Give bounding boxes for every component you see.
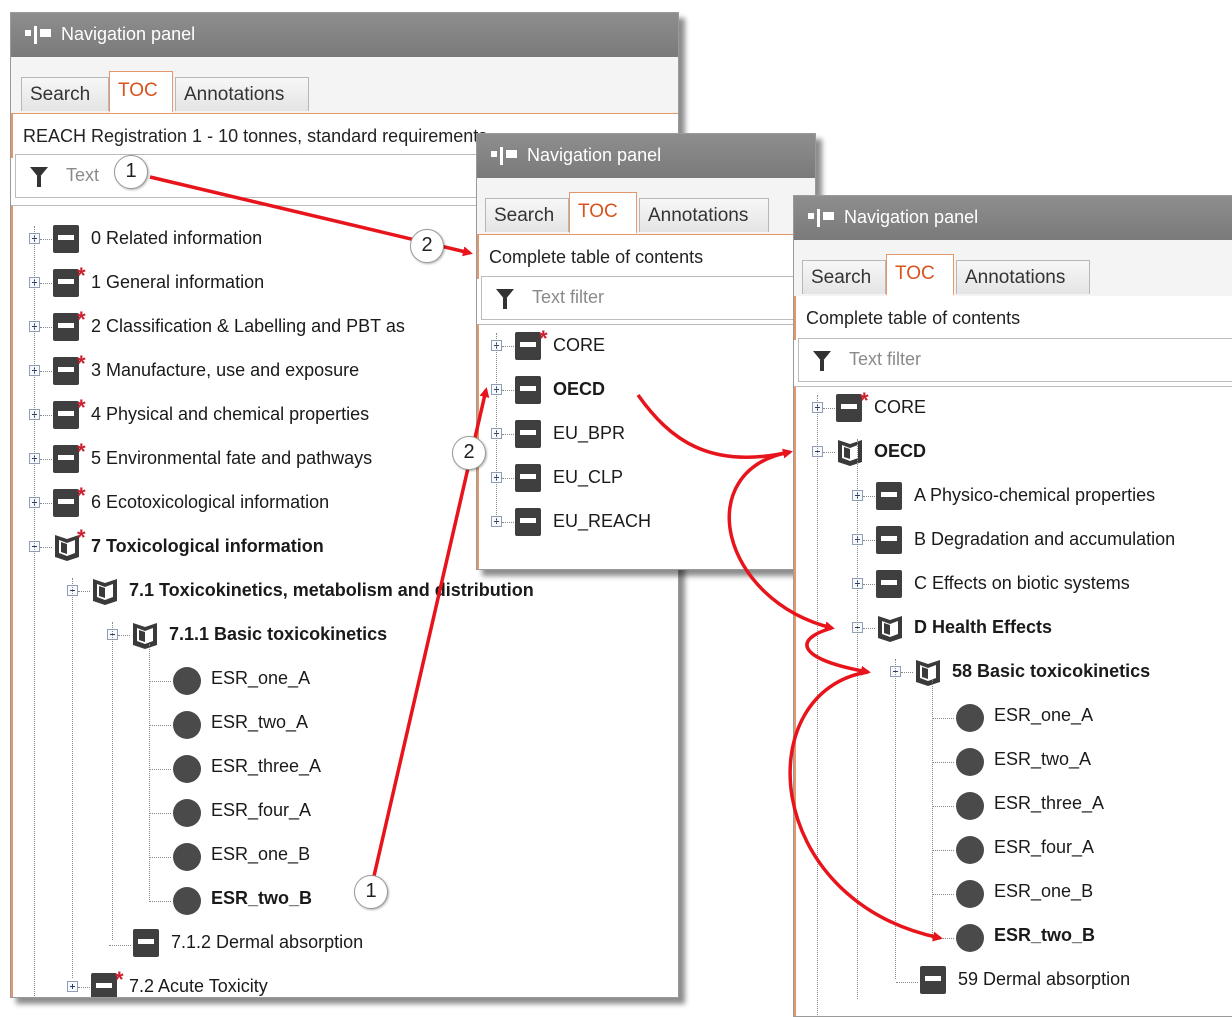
callout-2-bottom: 2: [452, 436, 486, 470]
callout-2-top: 2: [410, 229, 444, 263]
arrow-esr-two-b: [788, 670, 943, 942]
arrow-oecd: [636, 393, 793, 460]
callout-1-bottom: 1: [354, 875, 388, 909]
annotation-arrows: [149, 175, 943, 942]
arrow-basic-toxicokinetics: [805, 626, 871, 676]
callout-1-top: 1: [114, 155, 148, 189]
arrow-health-effects: [727, 450, 835, 632]
